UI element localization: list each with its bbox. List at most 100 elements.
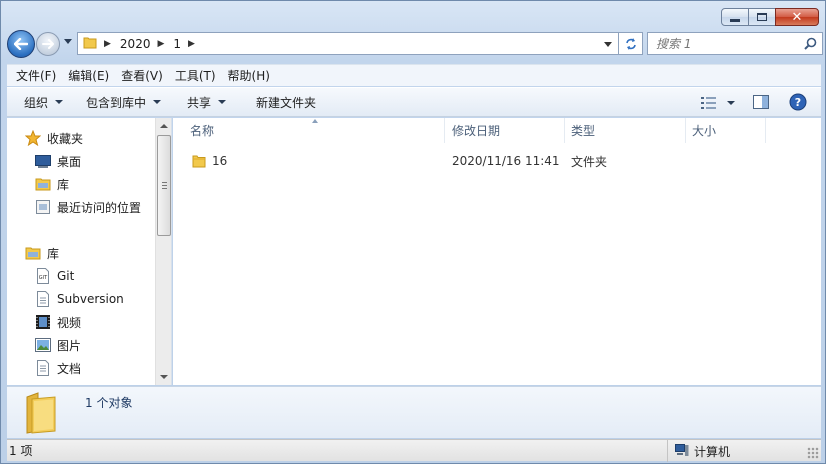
file-name[interactable]: 16 xyxy=(212,150,227,172)
maximize-icon xyxy=(757,13,767,21)
include-in-library-label: 包含到库中 xyxy=(86,95,147,110)
sidebar-item-git[interactable]: GIT Git xyxy=(35,266,74,286)
video-icon xyxy=(35,314,51,330)
details-summary: 1 个对象 xyxy=(85,396,133,410)
breadcrumb-separator[interactable]: ▶ xyxy=(188,39,195,49)
column-type-label: 类型 xyxy=(571,124,596,138)
sidebar-item-label: Git xyxy=(57,269,75,283)
change-view-button[interactable] xyxy=(701,97,735,109)
search-icon[interactable] xyxy=(804,37,817,53)
organize-button[interactable]: 组织 xyxy=(7,87,73,117)
recent-pages-dropdown[interactable] xyxy=(64,39,72,44)
close-button[interactable]: ✕ xyxy=(775,8,819,26)
sidebar-item-label: 文档 xyxy=(57,361,82,376)
new-folder-label: 新建文件夹 xyxy=(256,95,317,110)
sidebar-favorites-label: 收藏夹 xyxy=(47,131,84,146)
document-icon xyxy=(35,360,51,376)
search-input[interactable] xyxy=(656,36,796,51)
close-icon: ✕ xyxy=(791,9,803,25)
view-list-icon xyxy=(701,97,716,109)
minimize-button[interactable] xyxy=(721,8,749,26)
help-button[interactable]: ? xyxy=(789,93,807,114)
scroll-thumb[interactable] xyxy=(157,135,171,236)
computer-icon xyxy=(675,443,689,460)
column-modified[interactable]: 修改日期 xyxy=(445,118,565,143)
refresh-button[interactable] xyxy=(619,32,643,55)
sidebar-libraries-label: 库 xyxy=(47,246,60,261)
column-modified-label: 修改日期 xyxy=(452,124,501,138)
git-icon: GIT xyxy=(35,268,51,284)
folder-icon xyxy=(83,35,97,52)
minimize-icon xyxy=(730,18,740,22)
sidebar-item-recent-places[interactable]: 最近访问的位置 xyxy=(35,197,141,217)
breadcrumb-separator[interactable]: ▶ xyxy=(157,39,164,49)
share-button[interactable]: 共享 xyxy=(171,87,236,117)
column-name[interactable]: 名称 xyxy=(173,118,445,143)
back-button[interactable] xyxy=(7,30,35,58)
library-icon xyxy=(25,245,41,261)
scroll-down-icon[interactable] xyxy=(160,375,168,379)
resize-grip[interactable] xyxy=(807,447,819,459)
file-modified: 2020/11/16 11:41 xyxy=(452,154,560,168)
folder-large-icon xyxy=(24,391,58,438)
menu-help[interactable]: 帮助(H) xyxy=(222,67,276,84)
back-arrow-icon xyxy=(14,38,28,50)
sidebar-libraries[interactable]: 库 xyxy=(25,243,59,263)
details-pane: 1 个对象 xyxy=(7,386,821,438)
sidebar-favorites[interactable]: 收藏夹 xyxy=(25,128,83,148)
include-in-library-button[interactable]: 包含到库中 xyxy=(73,87,171,117)
navigation-scrollbar[interactable] xyxy=(155,118,171,385)
svg-text:?: ? xyxy=(795,96,801,109)
sidebar-item-videos[interactable]: 视频 xyxy=(35,312,81,332)
sidebar-item-label: 最近访问的位置 xyxy=(57,200,142,215)
new-folder-button[interactable]: 新建文件夹 xyxy=(236,87,326,117)
breadcrumb-2020[interactable]: 2020 xyxy=(120,37,151,51)
sidebar-item-desktop[interactable]: 桌面 xyxy=(35,151,81,171)
search-box[interactable] xyxy=(647,32,823,55)
column-type[interactable]: 类型 xyxy=(565,118,686,143)
sidebar-item-label: 图片 xyxy=(57,338,82,353)
address-history-dropdown[interactable] xyxy=(604,42,612,47)
organize-label: 组织 xyxy=(24,95,49,110)
command-bar: 组织 包含到库中 共享 新建文件夹 ? xyxy=(7,87,821,117)
scroll-up-icon[interactable] xyxy=(160,124,168,128)
status-item-count: 1 项 xyxy=(9,444,33,458)
folder-icon xyxy=(192,150,206,172)
help-icon: ? xyxy=(789,93,807,110)
sidebar-item-documents[interactable]: 文档 xyxy=(35,358,81,378)
sidebar-item-subversion[interactable]: Subversion xyxy=(35,289,124,309)
sort-ascending-icon xyxy=(312,119,318,123)
share-label: 共享 xyxy=(187,95,212,110)
sidebar-item-label: 视频 xyxy=(57,315,82,330)
forward-arrow-icon xyxy=(42,39,54,49)
caption-buttons: ✕ xyxy=(721,8,819,26)
menu-bar: 文件(F) 编辑(E) 查看(V) 工具(T) 帮助(H) xyxy=(7,64,821,86)
sidebar-item-label: 桌面 xyxy=(57,154,82,169)
status-location-label: 计算机 xyxy=(694,444,731,459)
refresh-icon xyxy=(625,37,636,50)
chevron-down-icon xyxy=(55,100,64,104)
preview-pane-button[interactable] xyxy=(753,94,769,112)
menu-file[interactable]: 文件(F) xyxy=(10,67,62,84)
breadcrumb-separator[interactable]: ▶ xyxy=(104,39,111,49)
star-icon xyxy=(25,130,41,146)
breadcrumb-1[interactable]: 1 xyxy=(173,37,181,51)
column-size[interactable]: 大小 xyxy=(686,118,766,143)
chevron-down-icon xyxy=(153,100,162,104)
file-list-pane[interactable]: 名称 修改日期 类型 大小 16 2020/11/16 11:41 文件夹 xyxy=(173,118,821,385)
sidebar-item-libraries-fav[interactable]: 库 xyxy=(35,174,69,194)
chevron-down-icon xyxy=(727,101,735,105)
forward-button[interactable] xyxy=(36,32,60,56)
column-name-label: 名称 xyxy=(190,124,215,138)
menu-edit[interactable]: 编辑(E) xyxy=(62,67,115,84)
maximize-button[interactable] xyxy=(748,8,776,26)
sidebar-item-label: 库 xyxy=(57,177,70,192)
table-row[interactable]: 16 2020/11/16 11:41 文件夹 xyxy=(173,150,821,172)
file-type: 文件夹 xyxy=(571,154,608,169)
svg-text:GIT: GIT xyxy=(39,275,48,281)
menu-view[interactable]: 查看(V) xyxy=(115,67,169,84)
sidebar-item-pictures[interactable]: 图片 xyxy=(35,335,81,355)
view-controls: ? xyxy=(701,88,821,118)
menu-tools[interactable]: 工具(T) xyxy=(169,67,222,84)
address-bar[interactable]: ▶ 2020 ▶ 1 ▶ xyxy=(77,32,619,55)
